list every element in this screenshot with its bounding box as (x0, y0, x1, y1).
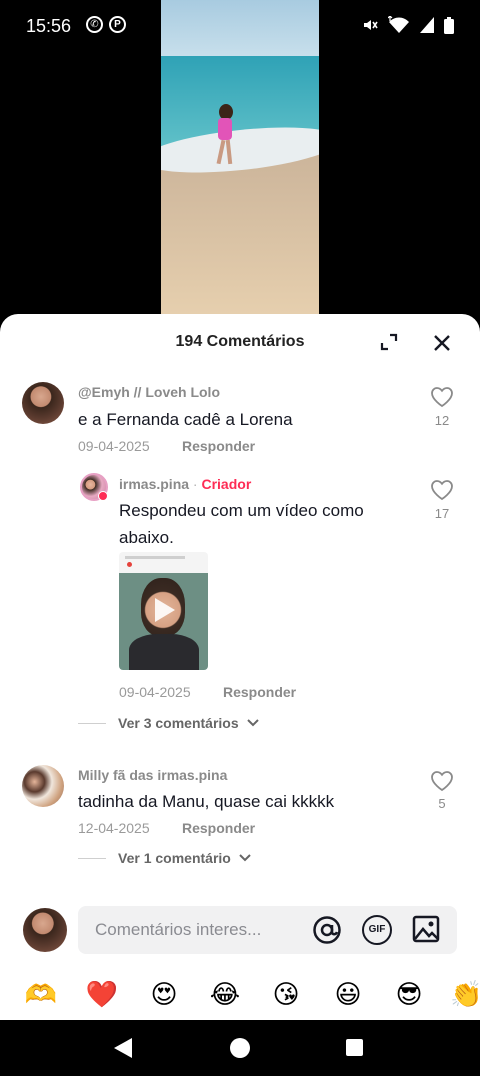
heart-icon[interactable] (430, 770, 454, 792)
system-nav-bar (0, 1020, 480, 1076)
emoji-button[interactable]: 😂 (205, 974, 245, 1014)
thumbnail-caption (125, 556, 185, 559)
status-left-icons: ✆ P (86, 16, 126, 33)
separator-dot: · (192, 476, 198, 492)
current-user-avatar (23, 908, 67, 952)
heart-icon[interactable] (430, 386, 454, 408)
comment-username-line: irmas.pina · Criador (119, 476, 251, 492)
view-replies-button[interactable]: Ver 1 comentário (78, 850, 252, 866)
comment-username[interactable]: @Emyh // Loveh Lolo (78, 384, 220, 400)
like-count: 5 (438, 796, 446, 811)
comments-sheet: 194 Comentários @Emyh // Loveh Lolo e a … (0, 314, 480, 1020)
status-bar: 15:56 ✆ P (0, 0, 480, 52)
comment-username[interactable]: Milly fã das irmas.pina (78, 767, 227, 783)
reply-button[interactable]: Responder (182, 820, 255, 836)
whatsapp-icon: ✆ (86, 16, 103, 33)
wifi-data-icon (388, 16, 409, 33)
emoji-quick-bar: 🫶 ❤️ 😍 😂 😘 😃 😎 👏 (0, 974, 480, 1014)
signal-icon (420, 17, 434, 33)
reply-button[interactable]: Responder (182, 438, 255, 454)
heart-icon[interactable] (430, 479, 454, 501)
expand-icon[interactable] (379, 332, 399, 352)
play-icon (155, 598, 175, 622)
comment-text: Respondeu com um vídeo como (119, 501, 364, 520)
avatar[interactable] (22, 765, 64, 807)
close-icon[interactable] (431, 332, 453, 354)
emoji-button[interactable]: ❤️ (82, 974, 122, 1014)
comment-username[interactable]: irmas.pina (119, 476, 189, 492)
video-reply-thumbnail[interactable] (119, 552, 208, 670)
sheet-header: 194 Comentários (0, 314, 480, 370)
creator-badge-icon (98, 491, 108, 501)
comment-text: e a Fernanda cadê a Lorena (78, 410, 293, 429)
comments-count-title: 194 Comentários (175, 333, 305, 350)
thumbnail-dot (127, 562, 132, 567)
creator-label: Criador (201, 476, 252, 492)
home-icon[interactable] (230, 1038, 250, 1058)
comment-text: tadinha da Manu, quase cai kkkkk (78, 792, 335, 811)
thumbnail-shoulders (129, 634, 199, 670)
video-girl-body (218, 118, 232, 140)
view-replies-label: Ver 3 comentários (118, 715, 239, 731)
emoji-button[interactable]: 😘 (266, 974, 306, 1014)
pinterest-icon: P (109, 16, 126, 33)
emoji-button[interactable]: 😍 (144, 974, 184, 1014)
divider-line (78, 857, 106, 859)
gif-icon[interactable]: GIF (362, 915, 392, 945)
emoji-button[interactable]: 👏 (450, 974, 480, 1014)
image-icon[interactable] (412, 915, 440, 943)
mute-icon (364, 20, 378, 30)
divider-line (78, 722, 106, 724)
status-time: 15:56 (26, 16, 72, 36)
emoji-button[interactable]: 🫶 (21, 974, 61, 1014)
emoji-button[interactable]: 😃 (328, 974, 368, 1014)
comment-input[interactable]: Comentários interes... GIF (78, 906, 457, 954)
status-right-icons (362, 16, 454, 34)
emoji-button[interactable]: 😎 (389, 974, 429, 1014)
battery-icon (444, 16, 454, 34)
like-count: 12 (434, 413, 450, 428)
avatar[interactable] (22, 382, 64, 424)
comment-text: abaixo. (119, 528, 174, 547)
view-replies-button[interactable]: Ver 3 comentários (78, 715, 260, 731)
view-replies-label: Ver 1 comentário (118, 850, 231, 866)
comment-input-placeholder: Comentários interes... (95, 920, 262, 939)
like-count: 17 (434, 506, 450, 521)
comment-date: 09-04-2025 (78, 438, 150, 454)
recent-apps-icon[interactable] (346, 1039, 363, 1056)
chevron-down-icon (246, 719, 259, 727)
chevron-down-icon (239, 854, 251, 862)
comment-date: 09-04-2025 (119, 684, 191, 700)
reply-button[interactable]: Responder (223, 684, 296, 700)
mention-icon[interactable] (312, 915, 342, 945)
back-icon[interactable] (114, 1038, 132, 1058)
comment-date: 12-04-2025 (78, 820, 150, 836)
video-sand (161, 150, 319, 314)
